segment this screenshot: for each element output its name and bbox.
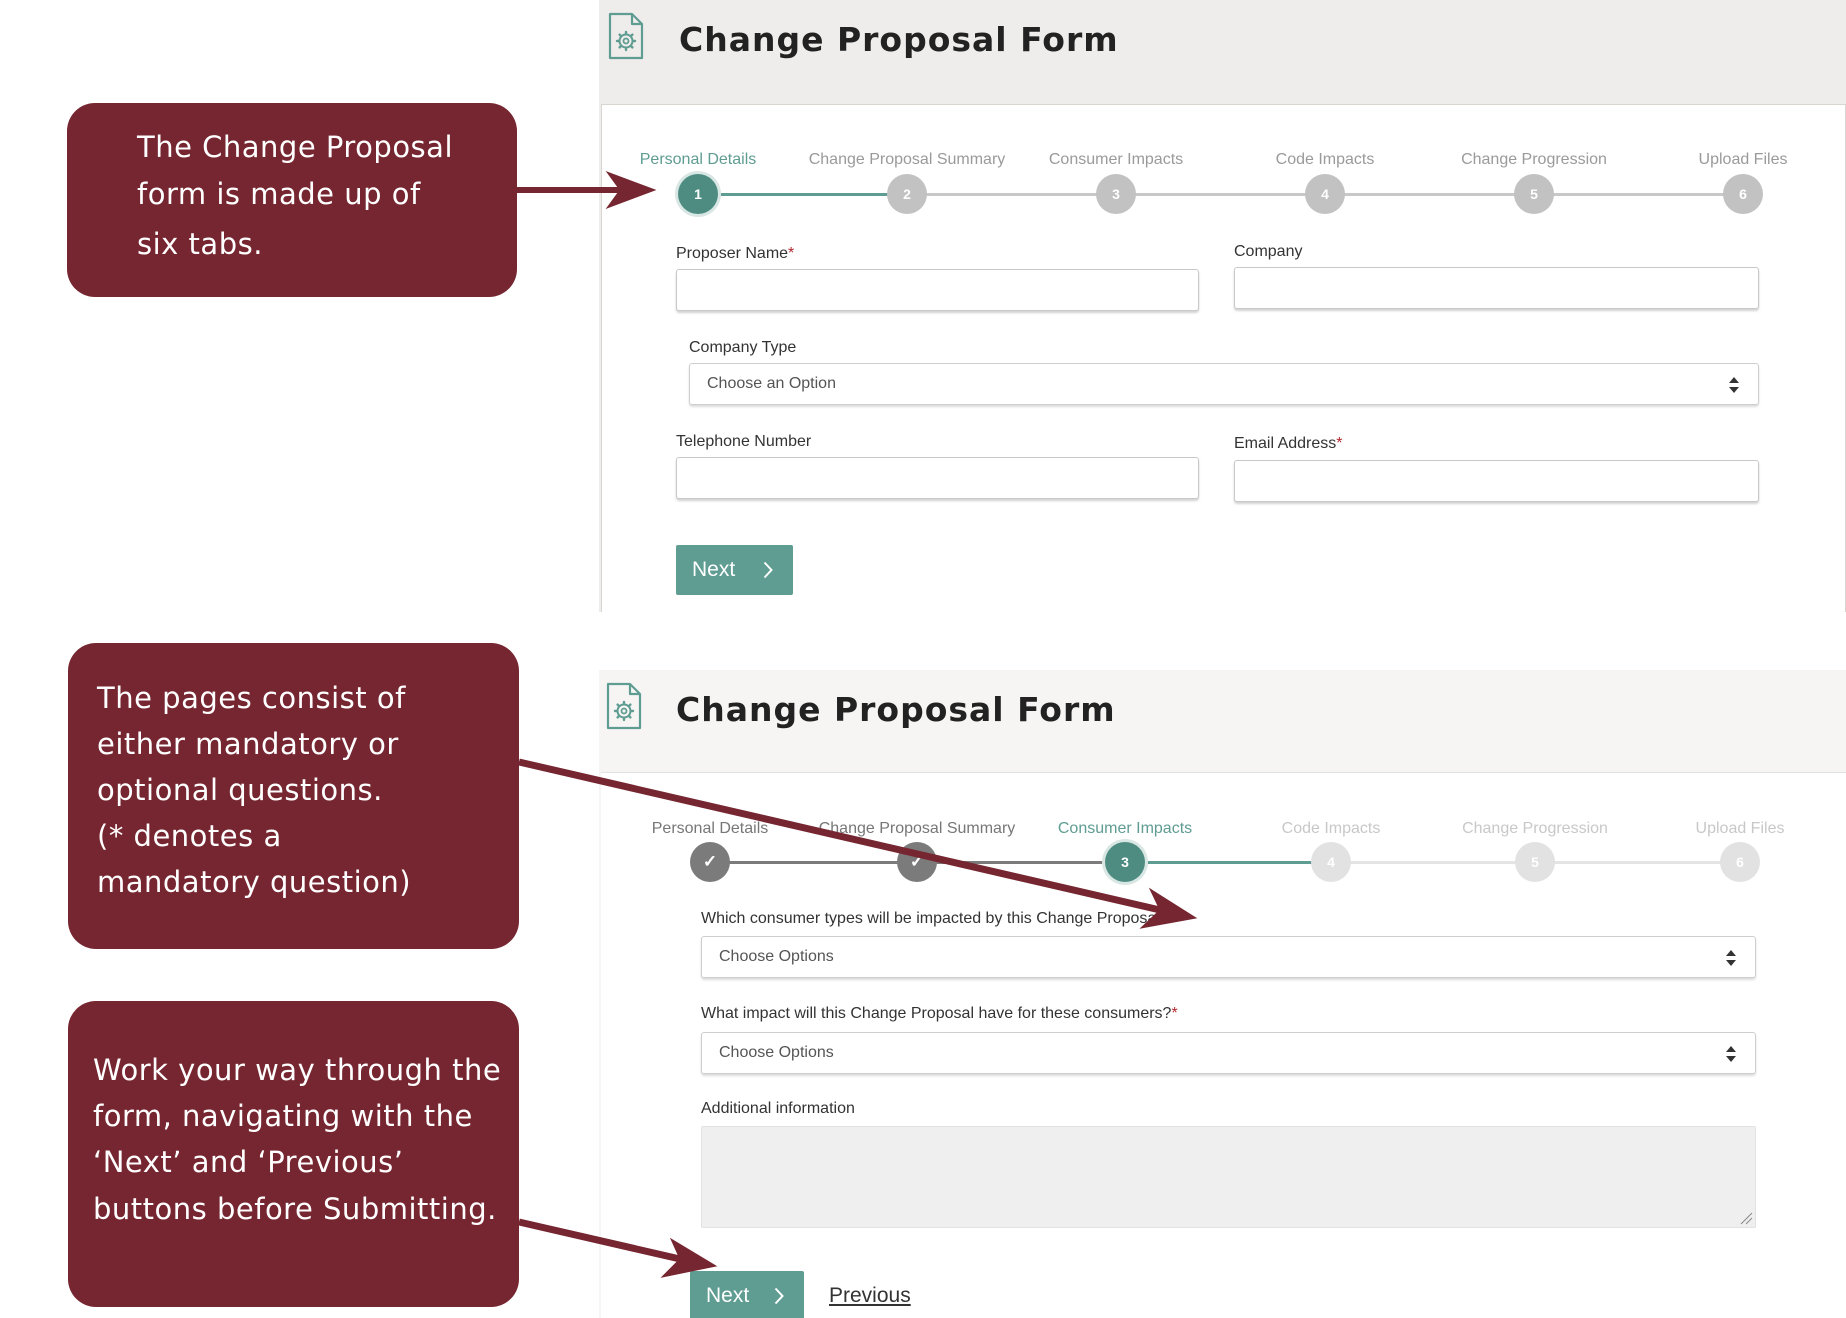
proposer-name-label: Proposer Name* <box>676 245 794 263</box>
document-gear-icon <box>608 12 644 60</box>
tab-upload-files[interactable]: Upload Files <box>1699 151 1788 169</box>
tab-consumer-impacts[interactable]: Consumer Impacts <box>1058 820 1192 838</box>
consumer-types-select[interactable]: Choose Options <box>701 936 1756 978</box>
stepper-progress-line <box>698 193 907 196</box>
callout-six-tabs: The Change Proposal form is made up of s… <box>67 103 517 297</box>
telephone-field[interactable] <box>676 457 1199 499</box>
callout-text-line: (* denotes a <box>97 819 282 853</box>
label-text: Which consumer types will be impacted by… <box>701 910 1169 927</box>
tab-change-proposal-summary[interactable]: Change Proposal Summary <box>819 820 1016 838</box>
callout-text-line: The Change Proposal <box>137 130 453 164</box>
tab-code-impacts[interactable]: Code Impacts <box>1282 820 1381 838</box>
tab-change-progression[interactable]: Change Progression <box>1462 820 1608 838</box>
step-circle-5[interactable]: 5 <box>1514 174 1554 214</box>
callout-text-line: six tabs. <box>137 227 263 261</box>
sort-arrows-icon <box>1726 950 1736 966</box>
select-placeholder: Choose Options <box>719 948 834 965</box>
step-circle-1-complete[interactable]: ✓ <box>690 842 730 882</box>
consumer-types-label: Which consumer types will be impacted by… <box>701 910 1175 928</box>
required-asterisk: * <box>788 245 795 262</box>
step-circle-6[interactable]: 6 <box>1720 842 1760 882</box>
additional-info-textarea[interactable] <box>701 1126 1756 1228</box>
page-title: Change Proposal Form <box>676 690 1116 729</box>
step-circle-3[interactable]: 3 <box>1096 174 1136 214</box>
tab-code-impacts[interactable]: Code Impacts <box>1276 151 1375 169</box>
form-card: Personal Details Change Proposal Summary… <box>601 772 1846 1318</box>
callout-text-line: ‘Next’ and ‘Previous’ <box>93 1145 404 1179</box>
tab-personal-details[interactable]: Personal Details <box>652 820 769 838</box>
label-text: Email Address <box>1234 435 1337 452</box>
previous-link[interactable]: Previous <box>829 1284 911 1308</box>
required-asterisk: * <box>1171 1005 1178 1022</box>
callout-text-line: form is made up of <box>137 177 421 211</box>
company-field[interactable] <box>1234 267 1759 309</box>
company-type-select[interactable]: Choose an Option <box>689 363 1759 405</box>
document-gear-icon <box>606 682 642 730</box>
additional-info-label: Additional information <box>701 1100 855 1117</box>
form-card: Personal Details Change Proposal Summary… <box>601 104 1846 612</box>
callout-text-line: The pages consist of <box>97 681 406 715</box>
callout-mandatory-questions: The pages consist of either mandatory or… <box>68 643 519 949</box>
step-circle-2[interactable]: 2 <box>887 174 927 214</box>
step-circle-1[interactable]: 1 <box>678 174 718 214</box>
page-title: Change Proposal Form <box>679 20 1119 59</box>
company-type-label: Company Type <box>689 339 797 356</box>
step-circle-2-complete[interactable]: ✓ <box>897 842 937 882</box>
stepper-progress-line <box>1125 861 1331 864</box>
company-label: Company <box>1234 243 1303 260</box>
callout-text-line: Work your way through the <box>93 1053 502 1087</box>
label-text: What impact will this Change Proposal ha… <box>701 1005 1172 1022</box>
next-button-label: Next <box>692 558 736 581</box>
required-asterisk: * <box>1168 910 1176 927</box>
step-circle-4[interactable]: 4 <box>1311 842 1351 882</box>
select-placeholder: Choose an Option <box>707 375 836 392</box>
tab-change-proposal-summary[interactable]: Change Proposal Summary <box>809 151 1006 169</box>
callout-text-line: form, navigating with the <box>93 1099 473 1133</box>
step-circle-5[interactable]: 5 <box>1515 842 1555 882</box>
step-circle-4[interactable]: 4 <box>1305 174 1345 214</box>
sort-arrows-icon <box>1729 377 1739 393</box>
resize-handle-icon[interactable] <box>1739 1211 1753 1225</box>
tab-consumer-impacts[interactable]: Consumer Impacts <box>1049 151 1183 169</box>
label-text: Proposer Name <box>676 245 789 262</box>
telephone-label: Telephone Number <box>676 433 812 450</box>
chevron-right-icon <box>763 561 773 579</box>
callout-text-line: mandatory question) <box>97 865 412 899</box>
callout-text-line: buttons before Submitting. <box>93 1192 497 1226</box>
consumer-impact-select[interactable]: Choose Options <box>701 1032 1756 1074</box>
email-label: Email Address* <box>1234 435 1343 453</box>
email-field[interactable] <box>1234 460 1759 502</box>
callout-text-line: optional questions. <box>97 773 383 807</box>
next-button-label: Next <box>706 1284 750 1307</box>
tab-change-progression[interactable]: Change Progression <box>1461 151 1607 169</box>
step-circle-3[interactable]: 3 <box>1105 842 1145 882</box>
next-button[interactable]: Next <box>690 1271 804 1318</box>
consumer-impact-label: What impact will this Change Proposal ha… <box>701 1005 1178 1023</box>
required-asterisk: * <box>1336 435 1343 452</box>
proposer-name-field[interactable] <box>676 269 1199 311</box>
chevron-right-icon <box>774 1287 784 1305</box>
form-screenshot-consumer-impacts: Change Proposal Form Personal Details Ch… <box>599 670 1846 1318</box>
tab-upload-files[interactable]: Upload Files <box>1696 820 1785 838</box>
next-button[interactable]: Next <box>676 545 793 595</box>
sort-arrows-icon <box>1726 1046 1736 1062</box>
callout-text-line: either mandatory or <box>97 727 399 761</box>
tab-personal-details[interactable]: Personal Details <box>640 151 757 169</box>
step-circle-6[interactable]: 6 <box>1723 174 1763 214</box>
select-placeholder: Choose Options <box>719 1044 834 1061</box>
form-screenshot-personal-details: Change Proposal Form Personal Details Ch… <box>599 0 1846 612</box>
callout-navigation: Work your way through the form, navigati… <box>68 1001 519 1307</box>
